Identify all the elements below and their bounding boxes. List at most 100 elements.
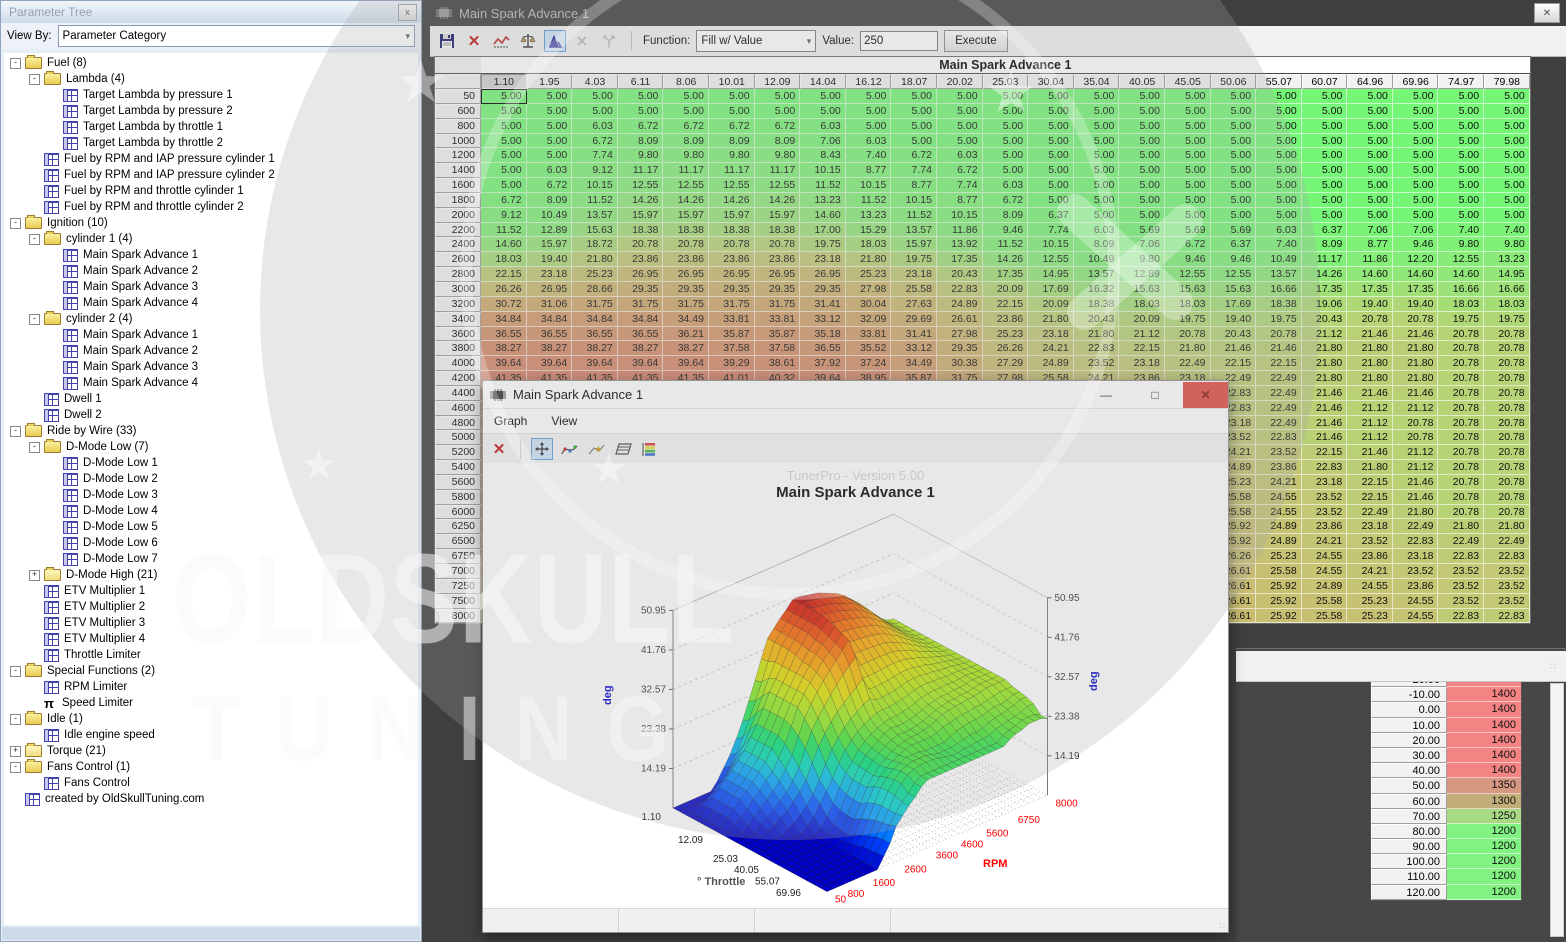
table-cell[interactable]: 20.78 <box>1347 312 1393 327</box>
table-cell[interactable]: 20.78 <box>1484 341 1530 356</box>
table-cell[interactable]: 17.35 <box>937 252 983 267</box>
table-cell[interactable]: 5.00 <box>1484 178 1530 193</box>
tree-item-torque-21-[interactable]: +Torque (21) <box>4 743 418 759</box>
row-header[interactable]: 5200 <box>435 445 481 460</box>
table-cell[interactable]: 22.49 <box>1256 371 1302 386</box>
table-cell[interactable]: 13.57 <box>1256 267 1302 282</box>
table-cell[interactable]: 5.00 <box>1074 104 1120 119</box>
tree-item-etv-multiplier-3[interactable]: ETV Multiplier 3 <box>4 615 418 631</box>
tree-item-target-lambda-by-throttle-2[interactable]: Target Lambda by throttle 2 <box>4 135 418 151</box>
table-cell[interactable]: 9.80 <box>1438 237 1484 252</box>
table-cell[interactable]: 37.92 <box>800 356 846 371</box>
table-cell[interactable]: 21.80 <box>846 252 892 267</box>
table-cell[interactable]: 5.00 <box>1347 148 1393 163</box>
table-cell[interactable]: 26.61 <box>937 312 983 327</box>
table-cell[interactable]: 5.00 <box>1256 208 1302 223</box>
table-cell[interactable]: 18.38 <box>755 223 801 238</box>
scrollbar[interactable] <box>1550 683 1564 937</box>
table-cell[interactable]: 5.00 <box>1211 104 1257 119</box>
fan-value-cell[interactable]: 1250 <box>1447 809 1521 824</box>
table-cell[interactable]: 5.00 <box>1211 134 1257 149</box>
table-cell[interactable]: 25.58 <box>891 282 937 297</box>
table-cell[interactable]: 5.00 <box>1484 148 1530 163</box>
row-header[interactable]: 5000 <box>435 430 481 445</box>
table-cell[interactable]: 31.75 <box>709 297 755 312</box>
table-cell[interactable]: 5.00 <box>1074 178 1120 193</box>
table-cell[interactable]: 5.00 <box>1211 193 1257 208</box>
table-cell[interactable]: 21.80 <box>1393 356 1439 371</box>
table-cell[interactable]: 20.78 <box>1484 430 1530 445</box>
table-cell[interactable]: 24.89 <box>1302 579 1348 594</box>
table-cell[interactable]: 5.00 <box>1211 119 1257 134</box>
table-cell[interactable]: 5.00 <box>1119 193 1165 208</box>
tree-item-fuel-by-rpm-and-throttle-cylinder-2[interactable]: Fuel by RPM and throttle cylinder 2 <box>4 199 418 215</box>
table-cell[interactable]: 21.12 <box>1393 460 1439 475</box>
table-cell[interactable]: 34.49 <box>891 356 937 371</box>
table-cell[interactable]: 31.75 <box>663 297 709 312</box>
table-cell[interactable]: 8.77 <box>891 178 937 193</box>
table-cell[interactable]: 5.00 <box>1484 193 1530 208</box>
table-cell[interactable]: 31.75 <box>618 297 664 312</box>
row-header[interactable]: 1800 <box>435 193 481 208</box>
table-cell[interactable]: 25.58 <box>1302 594 1348 609</box>
surface-icon[interactable] <box>544 30 566 52</box>
tree-toggle-icon[interactable]: - <box>10 426 21 437</box>
table-cell[interactable]: 21.80 <box>1347 371 1393 386</box>
table-cell[interactable]: 21.12 <box>1347 430 1393 445</box>
table-cell[interactable]: 24.55 <box>1256 505 1302 520</box>
table-cell[interactable]: 20.78 <box>1438 490 1484 505</box>
table-cell[interactable]: 19.75 <box>1484 312 1530 327</box>
table-cell[interactable]: 21.80 <box>1484 519 1530 534</box>
table-cell[interactable]: 8.77 <box>1347 237 1393 252</box>
tree-item-fuel-by-rpm-and-throttle-cylinder-1[interactable]: Fuel by RPM and throttle cylinder 1 <box>4 183 418 199</box>
table-cell[interactable]: 21.80 <box>1347 460 1393 475</box>
table-cell[interactable]: 15.97 <box>663 208 709 223</box>
table-cell[interactable]: 5.00 <box>983 89 1029 104</box>
table-cell[interactable]: 21.80 <box>1438 519 1484 534</box>
table-cell[interactable]: 22.49 <box>1256 401 1302 416</box>
fan-row-header[interactable]: 60.00 <box>1371 794 1447 809</box>
table-cell[interactable]: 13.23 <box>1484 252 1530 267</box>
table-cell[interactable]: 12.55 <box>755 178 801 193</box>
table-cell[interactable]: 18.03 <box>1119 297 1165 312</box>
table-cell[interactable]: 22.49 <box>1256 416 1302 431</box>
table-cell[interactable]: 5.00 <box>1074 193 1120 208</box>
table-cell[interactable]: 5.00 <box>1438 208 1484 223</box>
column-header[interactable]: 79.98 <box>1484 74 1530 89</box>
tree-item-d-mode-low-5[interactable]: D-Mode Low 5 <box>4 519 418 535</box>
table-cell[interactable]: 5.00 <box>1211 178 1257 193</box>
table-cell[interactable]: 22.49 <box>1484 534 1530 549</box>
tree-item-dwell-2[interactable]: Dwell 2 <box>4 407 418 423</box>
table-cell[interactable]: 22.15 <box>1302 445 1348 460</box>
table-cell[interactable]: 20.43 <box>1074 312 1120 327</box>
table-cell[interactable]: 24.55 <box>1302 564 1348 579</box>
table-cell[interactable]: 20.78 <box>1484 505 1530 520</box>
table-cell[interactable]: 18.03 <box>481 252 527 267</box>
table-cell[interactable]: 13.23 <box>800 193 846 208</box>
table-cell[interactable]: 23.52 <box>1438 564 1484 579</box>
table-cell[interactable]: 5.00 <box>709 104 755 119</box>
table-cell[interactable]: 38.27 <box>527 341 573 356</box>
tree-item-fuel-by-rpm-and-iap-pressure-cylinder-2[interactable]: Fuel by RPM and IAP pressure cylinder 2 <box>4 167 418 183</box>
table-cell[interactable]: 5.00 <box>1347 119 1393 134</box>
table-cell[interactable]: 20.78 <box>1484 460 1530 475</box>
table-cell[interactable]: 20.09 <box>1028 297 1074 312</box>
table-cell[interactable]: 21.80 <box>1347 341 1393 356</box>
tilt-icon[interactable] <box>612 438 634 460</box>
table-cell[interactable]: 12.55 <box>663 178 709 193</box>
table-cell[interactable]: 12.55 <box>1165 267 1211 282</box>
tree-item-target-lambda-by-pressure-1[interactable]: Target Lambda by pressure 1 <box>4 87 418 103</box>
table-cell[interactable]: 5.00 <box>1302 104 1348 119</box>
table-cell[interactable]: 14.26 <box>663 193 709 208</box>
row-header[interactable]: 3400 <box>435 312 481 327</box>
fan-row-header[interactable]: 20.00 <box>1371 733 1447 748</box>
tree-item-etv-multiplier-4[interactable]: ETV Multiplier 4 <box>4 631 418 647</box>
table-cell[interactable]: 5.00 <box>1302 89 1348 104</box>
row-header[interactable]: 2200 <box>435 223 481 238</box>
table-cell[interactable]: 22.15 <box>983 297 1029 312</box>
tree-item-main-spark-advance-1[interactable]: Main Spark Advance 1 <box>4 247 418 263</box>
table-cell[interactable]: 8.09 <box>663 134 709 149</box>
tree-item-d-mode-low-3[interactable]: D-Mode Low 3 <box>4 487 418 503</box>
table-cell[interactable]: 26.95 <box>709 267 755 282</box>
tree-toggle-icon[interactable]: - <box>10 762 21 773</box>
